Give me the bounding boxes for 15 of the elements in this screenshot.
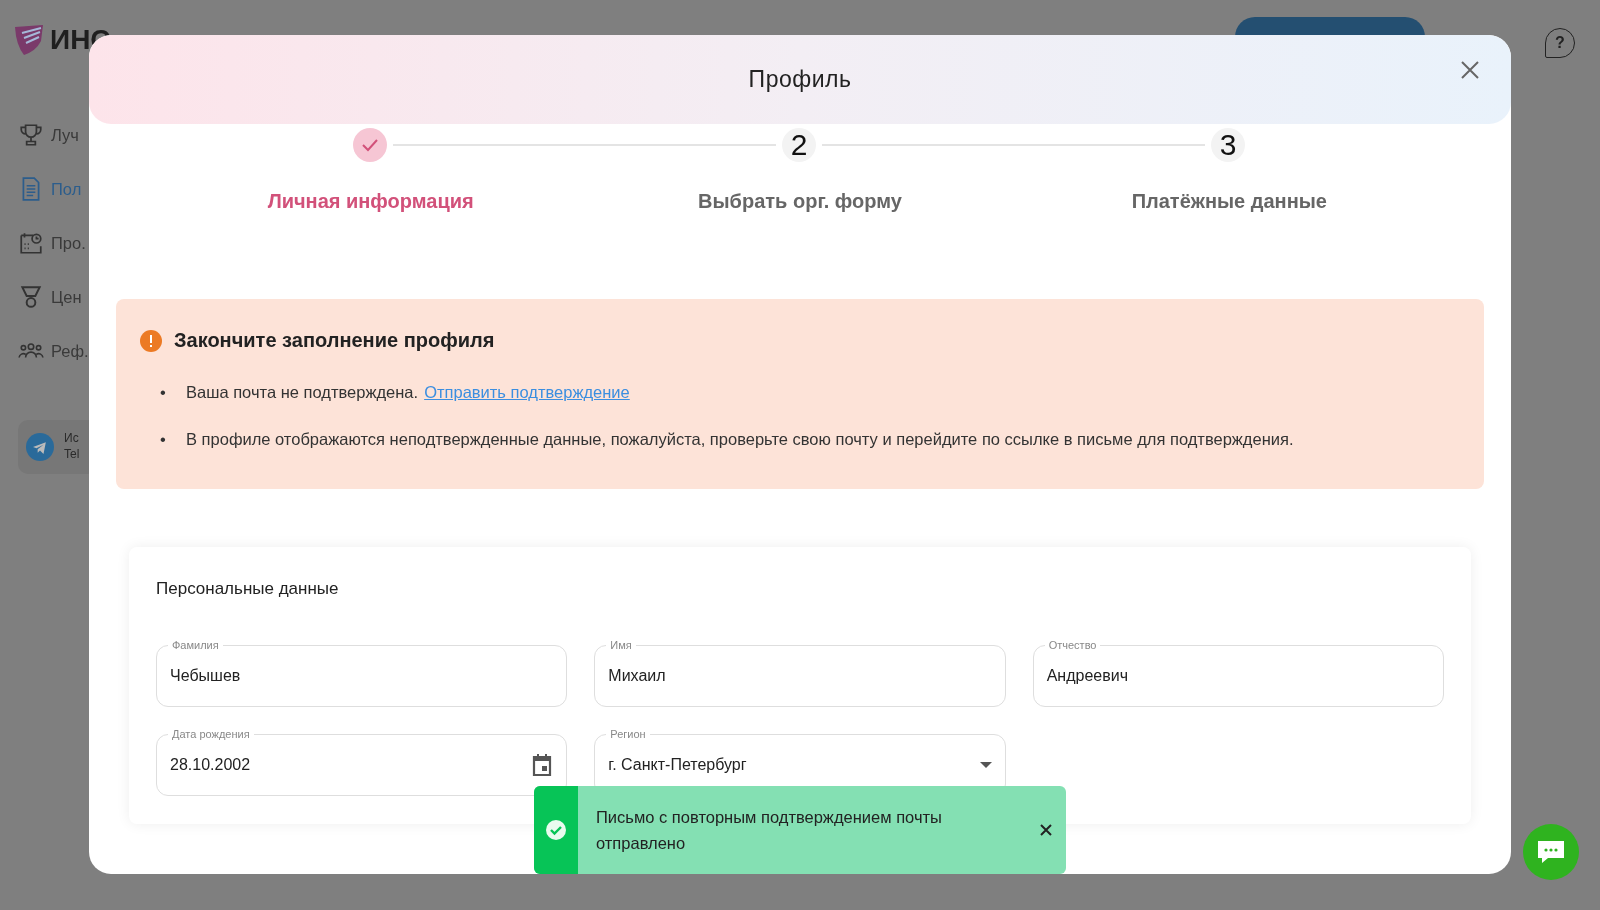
alert-title: Закончите заполнение профиля: [174, 329, 495, 352]
alert-message: В профиле отображаются неподтвержденные данные, пожалуйста, проверьте свою почту и перейдите по ссылке в письме для подтверждения.: [186, 428, 1294, 450]
alert-message: Ваша почта не подтверждена.: [186, 382, 419, 403]
step-indicator: 2: [782, 128, 816, 162]
bullet-marker: •: [160, 428, 167, 450]
toast-message: Письмо с повторным подтверждением почты отправлено: [595, 806, 943, 854]
step-label: Личная информация: [267, 190, 474, 213]
card-text: Ис: [64, 431, 80, 447]
bullet-marker: •: [160, 382, 167, 403]
step-label: Выбрать орг. форму: [698, 190, 902, 213]
step-label: Платёжные данные: [1131, 190, 1327, 213]
card-text: Tel: [64, 447, 80, 463]
dialog-title: Профиль: [748, 66, 852, 93]
step-indicator: 3: [1211, 128, 1245, 162]
section-title: Персональные данные: [156, 579, 340, 600]
